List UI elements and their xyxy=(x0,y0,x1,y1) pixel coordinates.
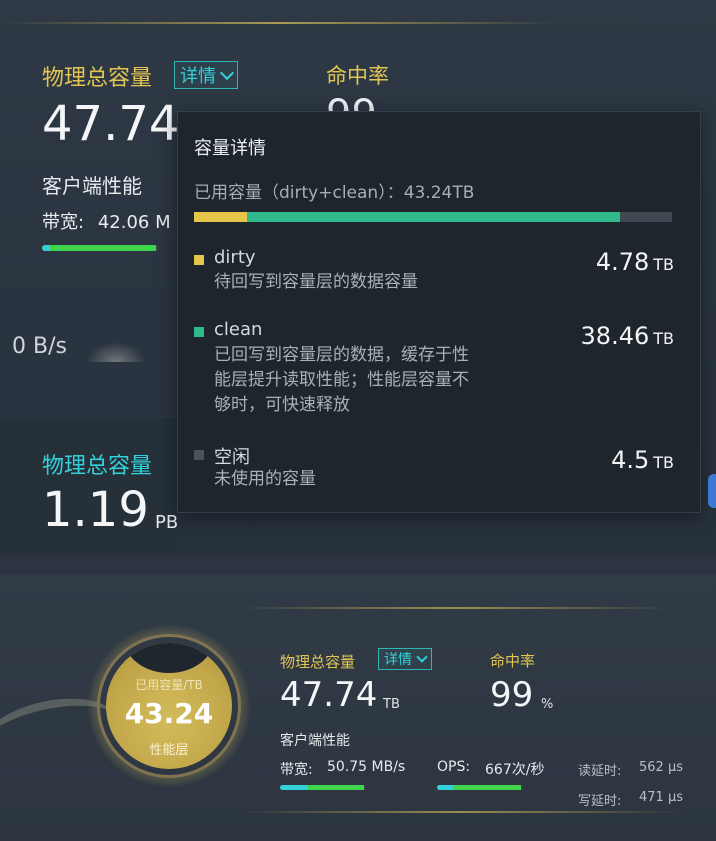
bottom-bandwidth-bar-seg-cyan xyxy=(280,785,308,790)
ops-bar-seg-cyan xyxy=(437,785,453,790)
bottom-bandwidth-bar-seg-green xyxy=(308,785,364,790)
bottom-hit-rate-label: 命中率 xyxy=(490,652,536,670)
bandwidth-row: 带宽: 42.06 M xyxy=(42,208,171,234)
ops-label: OPS: xyxy=(437,759,471,775)
read-latency-label: 读延时: xyxy=(578,764,622,779)
gauge-value: 43.24 xyxy=(124,697,214,730)
used-capacity-text: 已用容量（dirty+clean）：43.24TB xyxy=(194,183,475,203)
decor-gold-line-bottom xyxy=(240,811,680,813)
total-capacity-value: 47.74 xyxy=(42,96,180,152)
bottom-total-capacity-value: 47.74 xyxy=(280,675,378,715)
free-value-unit: TB xyxy=(653,453,674,472)
gauge-caption: 已用容量/TB xyxy=(135,678,203,692)
divider-strip xyxy=(0,555,716,575)
bottom-client-performance-label: 客户端性能 xyxy=(280,733,350,749)
bottom-bandwidth-bar xyxy=(280,785,366,790)
bottom-dashboard-panel: 已用容量/TB 43.24 性能层 物理总容量 详情 命中率 47.74 TB … xyxy=(0,575,716,841)
decor-gold-line-top xyxy=(240,607,670,609)
bottom-bandwidth-label: 带宽: xyxy=(280,762,313,778)
hit-rate-label: 命中率 xyxy=(326,64,389,88)
client-performance-label: 客户端性能 xyxy=(42,174,142,198)
dirty-value-unit: TB xyxy=(653,255,674,274)
total-capacity-label: 物理总容量 xyxy=(42,66,153,91)
ops-bar-seg-green xyxy=(453,785,521,790)
top-dashboard-panel: 物理总容量 详情 命中率 99 47.74 客户端性能 带宽: 42.06 M … xyxy=(0,0,716,555)
detail-dropdown-button[interactable]: 详情 xyxy=(174,61,238,89)
clean-value-number: 38.46 xyxy=(580,322,650,350)
write-latency-label: 写延时: xyxy=(578,794,622,809)
bandwidth-value: 42.06 M xyxy=(97,212,171,233)
decor-gold-line xyxy=(0,22,560,24)
chevron-down-icon xyxy=(219,65,235,80)
clean-desc-line-3: 够时，可快速释放 xyxy=(214,395,350,415)
clean-legend-square xyxy=(194,327,204,337)
bottom-bandwidth-value: 50.75 MB/s xyxy=(327,759,406,775)
edge-scroll-indicator[interactable] xyxy=(708,474,716,508)
ops-bar xyxy=(437,785,523,790)
gauge-sub-label: 性能层 xyxy=(149,743,189,758)
clean-value-unit: TB xyxy=(653,329,674,348)
detail-button-label: 详情 xyxy=(180,66,216,87)
clean-item-desc: 已回写到容量层的数据，缓存于性 能层提升读取性能；性能层容量不 够时，可快速释放 xyxy=(214,343,469,418)
dirty-legend-square xyxy=(194,255,204,265)
chevron-down-icon xyxy=(416,650,428,663)
throughput-wave-graphic xyxy=(86,342,146,362)
bandwidth-prefix: 带宽: xyxy=(42,212,85,233)
bandwidth-bar xyxy=(42,245,158,251)
clean-desc-line-2: 能层提升读取性能；性能层容量不 xyxy=(214,370,469,390)
free-item-desc: 未使用的容量 xyxy=(214,469,316,489)
dirty-item-desc: 待回写到容量层的数据容量 xyxy=(214,272,418,292)
free-item-value: 4.5 TB xyxy=(611,446,674,474)
dirty-item-name: dirty xyxy=(214,247,256,268)
bandwidth-bar-seg-cyan xyxy=(42,245,50,251)
total-capacity-value-secondary: 1.19 xyxy=(42,482,149,538)
total-capacity-unit-secondary: PB xyxy=(155,512,179,533)
bandwidth-bar-seg-green xyxy=(50,245,156,251)
popup-title: 容量详情 xyxy=(194,138,266,159)
capacity-detail-popup: 容量详情 已用容量（dirty+clean）：43.24TB dirty 待回写… xyxy=(177,111,701,513)
bottom-total-capacity-label: 物理总容量 xyxy=(280,653,356,671)
ops-value: 667次/秒 xyxy=(485,762,545,778)
free-legend-square xyxy=(194,450,204,460)
used-bar-clean-segment xyxy=(247,212,620,222)
clean-item-name: clean xyxy=(214,319,263,340)
bottom-hit-rate-unit: % xyxy=(541,697,554,712)
bottom-detail-dropdown-button[interactable]: 详情 xyxy=(378,648,432,670)
write-latency-value: 471 μs xyxy=(639,790,683,805)
used-bar-dirty-segment xyxy=(194,212,247,222)
dirty-value-number: 4.78 xyxy=(595,248,650,276)
bottom-total-capacity-unit: TB xyxy=(383,697,400,712)
clean-desc-line-1: 已回写到容量层的数据，缓存于性 xyxy=(214,345,469,365)
free-value-number: 4.5 xyxy=(611,446,650,474)
throughput-value: 0 B/s xyxy=(12,334,67,359)
gauge-dark-cap xyxy=(124,643,214,673)
dirty-item-value: 4.78 TB xyxy=(596,248,674,276)
total-capacity-label-secondary: 物理总容量 xyxy=(42,454,153,479)
free-item-name: 空闲 xyxy=(214,447,250,468)
bottom-detail-button-label: 详情 xyxy=(384,652,412,668)
clean-item-value: 38.46 TB xyxy=(581,322,674,350)
read-latency-value: 562 μs xyxy=(639,760,683,775)
used-capacity-bar xyxy=(194,212,672,222)
bottom-hit-rate-value: 99 xyxy=(490,675,534,715)
